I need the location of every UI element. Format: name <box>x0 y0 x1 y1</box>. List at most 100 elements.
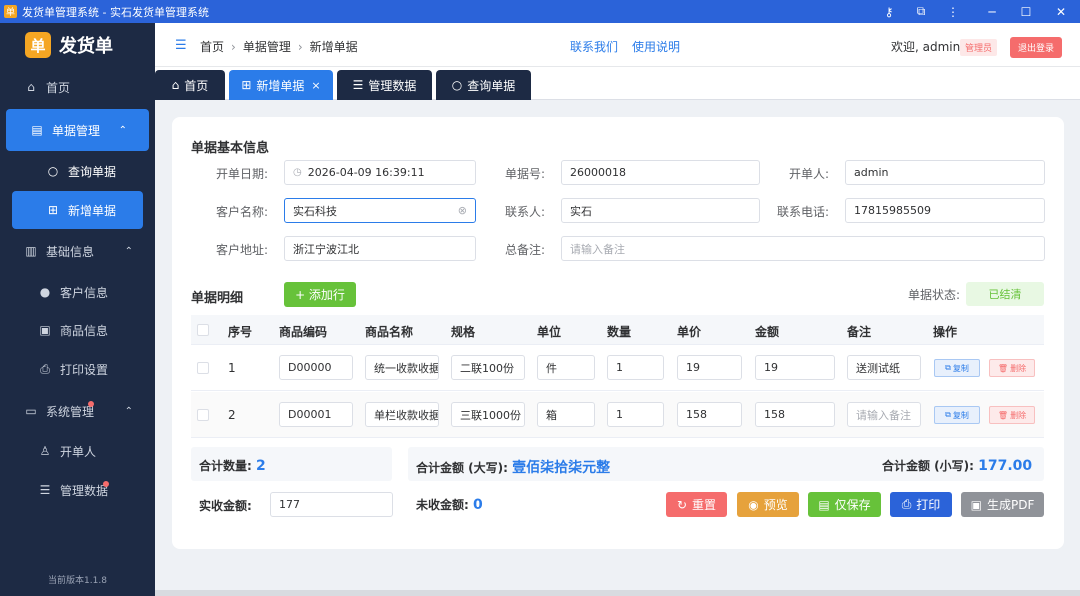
sidebar-item-print[interactable]: ⎙ 打印设置 <box>0 358 155 380</box>
name-input[interactable]: 统一收款收据 <box>365 355 439 380</box>
copy-row-button[interactable]: ⧉ 复制 <box>934 359 980 377</box>
code-input[interactable]: D00000 <box>279 355 353 380</box>
sidebar-item-doc-management[interactable]: ▤ 单据管理 ⌃ <box>6 109 149 151</box>
amount-input[interactable]: 19 <box>755 355 835 380</box>
logout-button[interactable]: 退出登录 <box>1010 37 1063 58</box>
menu-toggle-icon[interactable]: ☰ <box>175 38 187 53</box>
sidebar-item-basic-info[interactable]: ▥ 基础信息 ⌃ <box>0 240 155 262</box>
row-no: 2 <box>228 408 236 422</box>
contact-label: 联系人: <box>504 205 545 219</box>
select-all-checkbox[interactable] <box>197 324 209 336</box>
customer-field[interactable]: 实石科技 ⊗ <box>284 198 476 223</box>
sidebar-item-query[interactable]: ○ 查询单据 <box>0 160 155 182</box>
eye-icon: ◉ <box>748 497 759 512</box>
breadcrumb-doc[interactable]: 单据管理 <box>243 40 291 54</box>
clock-icon: ◷ <box>293 167 302 178</box>
row-checkbox[interactable] <box>197 409 209 421</box>
maximize-button[interactable]: ☐ <box>1009 0 1043 23</box>
tab-home[interactable]: ⌂ 首页 <box>155 70 225 100</box>
minimize-button[interactable]: ─ <box>975 0 1009 23</box>
remark-input[interactable]: 请输入备注 <box>847 402 921 427</box>
qty-input[interactable]: 1 <box>607 402 664 427</box>
save-button[interactable]: ▤ 仅保存 <box>808 492 881 517</box>
sidebar-item-data[interactable]: ☰ 管理数据 <box>0 479 155 501</box>
pdf-button[interactable]: ▣ 生成PDF <box>961 492 1044 517</box>
sidebar-item-issuer[interactable]: ♙ 开单人 <box>0 440 155 462</box>
delete-row-button[interactable]: 🗑 删除 <box>989 359 1035 377</box>
document-icon: ▤ <box>31 123 43 137</box>
trash-icon: 🗑 <box>997 363 1009 373</box>
amount-input[interactable]: 158 <box>755 402 835 427</box>
spec-input[interactable]: 二联100份 <box>451 355 525 380</box>
sidebar-item-system[interactable]: ▭ 系统管理 ⌃ <box>0 400 155 422</box>
database-icon: ☰ <box>39 483 51 497</box>
received-input[interactable]: 177 <box>270 492 393 517</box>
remark-input[interactable]: 送测试纸 <box>847 355 921 380</box>
tab-query[interactable]: ○ 查询单据 <box>436 70 531 100</box>
remark-label: 总备注: <box>504 243 545 257</box>
more-icon[interactable]: ⋮ <box>936 0 970 23</box>
sidebar-item-new[interactable]: ⊞ 新增单据 <box>12 191 143 229</box>
tab-manage-data[interactable]: ☰ 管理数据 <box>337 70 432 100</box>
brand: 单 发货单 <box>0 23 155 67</box>
puzzle-icon[interactable]: ⧉ <box>904 0 938 23</box>
key-icon[interactable]: ⚷ <box>872 0 906 23</box>
list-icon: ▥ <box>25 244 37 258</box>
brand-logo-icon: 单 <box>25 32 51 58</box>
window-titlebar: 单 发货单管理系统 - 实石发货单管理系统 ⚷ ⧉ ⋮ ─ ☐ ✕ <box>0 0 1080 23</box>
close-tab-icon[interactable]: × <box>311 79 320 92</box>
sidebar-item-home[interactable]: ⌂ 首页 <box>0 76 155 98</box>
phone-field[interactable]: 17815985509 <box>845 198 1045 223</box>
customer-label: 客户名称: <box>215 205 268 219</box>
total-lower-value: 177.00 <box>978 458 1033 474</box>
price-input[interactable]: 19 <box>677 355 742 380</box>
sidebar: 单 发货单 ⌂ 首页 ▤ 单据管理 ⌃ ○ 查询单据 ⊞ 新增单据 ▥ 基础信息 ⌃ ● 客户信… <box>0 23 155 596</box>
delete-row-button[interactable]: 🗑 删除 <box>989 406 1035 424</box>
sidebar-item-customer[interactable]: ● 客户信息 <box>0 281 155 303</box>
breadcrumb-home[interactable]: 首页 <box>200 40 224 54</box>
issuer-field[interactable]: admin <box>845 160 1045 185</box>
box-icon: ▣ <box>39 323 51 337</box>
contact-field[interactable]: 实石 <box>561 198 760 223</box>
spec-input[interactable]: 三联1000份 <box>451 402 525 427</box>
user-icon: ● <box>39 285 51 299</box>
issuer-label: 开单人: <box>788 167 829 181</box>
search-icon: ○ <box>451 78 463 92</box>
trash-icon: 🗑 <box>997 410 1009 420</box>
add-row-button[interactable]: + 添加行 <box>284 282 356 307</box>
reset-button[interactable]: ↻ 重置 <box>666 492 727 517</box>
doc-no-field[interactable]: 26000018 <box>561 160 760 185</box>
print-button[interactable]: ⎙ 打印 <box>890 492 952 517</box>
close-window-button[interactable]: ✕ <box>1044 0 1078 23</box>
price-input[interactable]: 158 <box>677 402 742 427</box>
search-icon: ○ <box>47 164 59 178</box>
col-code: 商品编码 <box>279 325 328 339</box>
remark-field[interactable]: 请输入备注 <box>561 236 1045 261</box>
tab-new-doc[interactable]: ⊞ 新增单据 × <box>229 70 333 100</box>
qty-input[interactable]: 1 <box>607 355 664 380</box>
table-row: 1 D00000 统一收款收据 二联100份 件 1 19 19 送测试纸 ⧉ 复… <box>191 345 1044 391</box>
unit-input[interactable]: 件 <box>537 355 595 380</box>
address-field[interactable]: 浙江宁波江北 <box>284 236 476 261</box>
monitor-icon: ▭ <box>25 404 37 418</box>
unit-input[interactable]: 箱 <box>537 402 595 427</box>
col-price: 单价 <box>677 325 702 339</box>
version-text: 当前版本1.1.8 <box>48 576 107 586</box>
contact-link[interactable]: 联系我们 <box>570 40 618 54</box>
manual-link[interactable]: 使用说明 <box>632 40 680 54</box>
preview-button[interactable]: ◉ 预览 <box>737 492 799 517</box>
app-logo-icon: 单 <box>4 5 17 18</box>
row-checkbox[interactable] <box>197 362 209 374</box>
sidebar-item-product[interactable]: ▣ 商品信息 <box>0 319 155 341</box>
code-input[interactable]: D00001 <box>279 402 353 427</box>
date-field[interactable]: ◷ 2026-04-09 16:39:11 <box>284 160 476 185</box>
total-lower: 合计金额 (小写): 177.00 <box>882 458 1033 474</box>
copy-row-button[interactable]: ⧉ 复制 <box>934 406 980 424</box>
col-spec: 规格 <box>451 325 476 339</box>
horizontal-scrollbar[interactable] <box>155 590 1080 596</box>
clear-icon[interactable]: ⊗ <box>458 204 467 217</box>
welcome-text: 欢迎, admin <box>891 40 961 54</box>
name-input[interactable]: 单栏收款收据 <box>365 402 439 427</box>
row-no: 1 <box>228 361 236 375</box>
received-label: 实收金额: <box>199 499 252 513</box>
